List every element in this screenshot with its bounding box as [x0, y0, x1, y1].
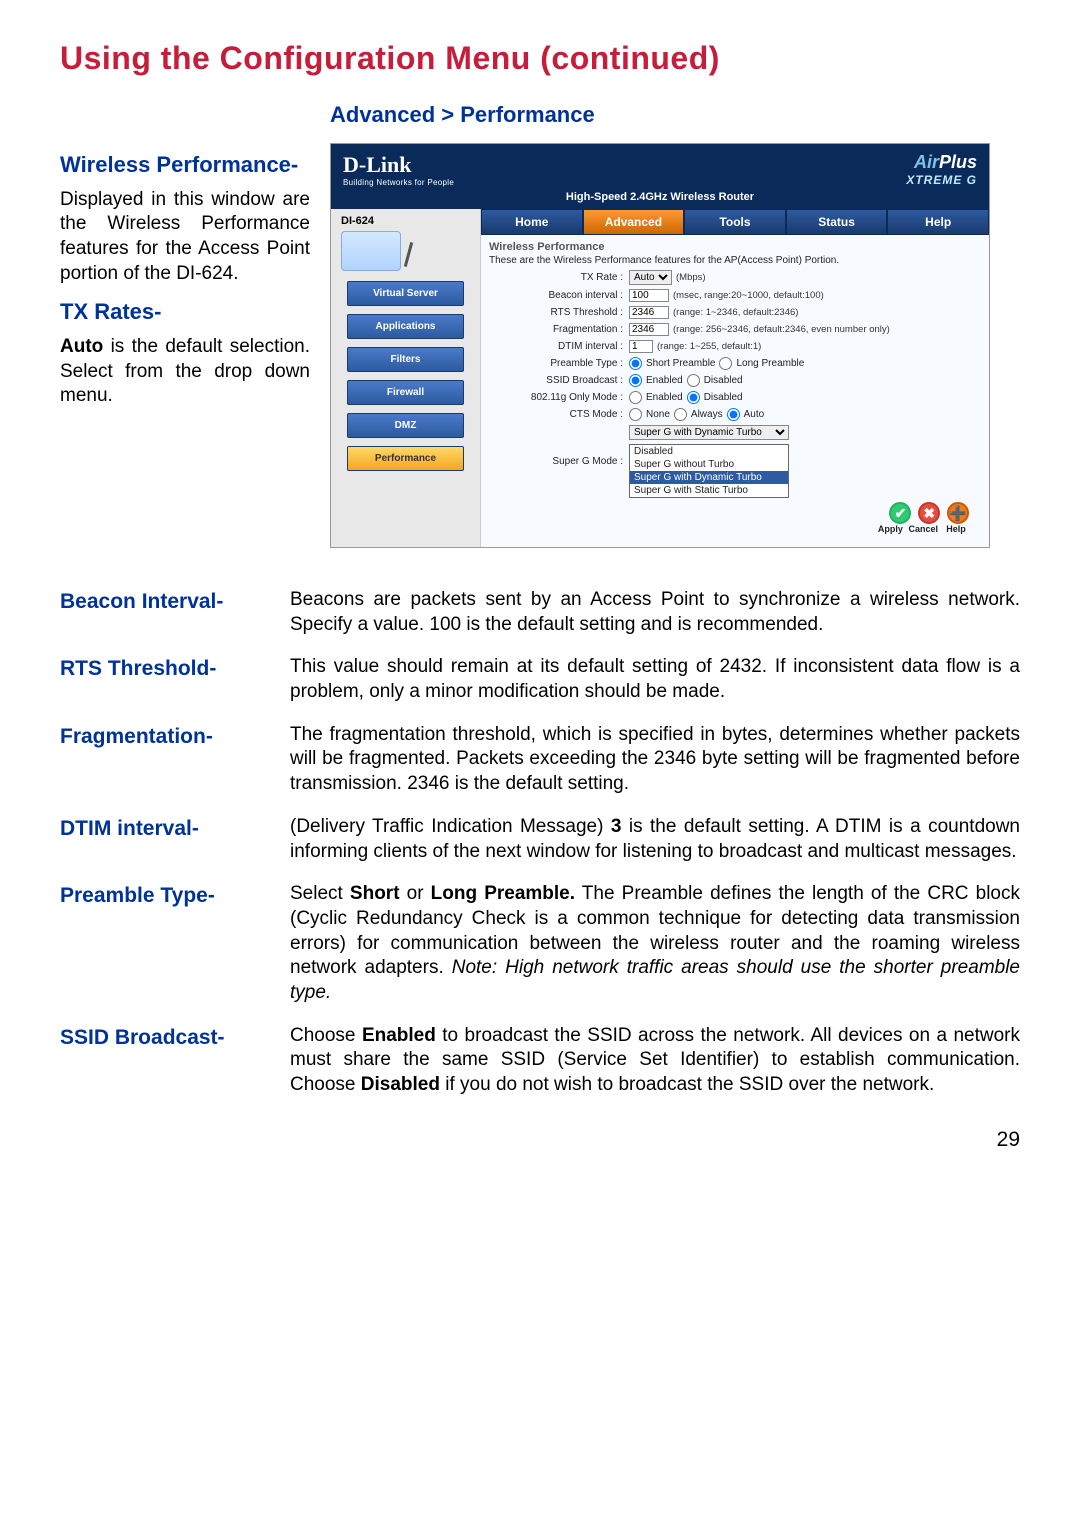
tx-rate-label: TX Rate : [489, 272, 629, 283]
tab-advanced[interactable]: Advanced [583, 209, 685, 235]
superg-select[interactable]: Super G with Dynamic Turbo [629, 425, 789, 440]
sidebar-item-performance[interactable]: Performance [347, 446, 464, 471]
gonly-enabled-radio[interactable] [629, 391, 642, 404]
def-dtim-body: (Delivery Traffic Indication Message) 3 … [290, 815, 1020, 864]
tx-rates-heading: TX Rates- [60, 298, 310, 327]
def-beacon-body: Beacons are packets sent by an Access Po… [290, 588, 1020, 637]
gonly-enabled-label: Enabled [646, 392, 683, 403]
tab-home[interactable]: Home [481, 209, 583, 235]
cts-none-label: None [646, 409, 670, 420]
wireless-performance-text: Displayed in this window are the Wireles… [60, 188, 310, 287]
def-preamble-body: Select Short or Long Preamble. The Pream… [290, 882, 1020, 1005]
superg-opt-static-turbo[interactable]: Super G with Static Turbo [630, 484, 788, 497]
cts-always-label: Always [691, 409, 723, 420]
sidebar-item-filters[interactable]: Filters [347, 347, 464, 372]
def-dtim-term: DTIM interval- [60, 815, 290, 864]
panel-desc: These are the Wireless Performance featu… [489, 255, 981, 266]
help-icon[interactable]: ➕ [947, 502, 969, 524]
tx-rates-auto: Auto [60, 336, 103, 357]
tx-rates-text: Auto is the default selection. Select fr… [60, 335, 310, 409]
rts-label: RTS Threshold : [489, 307, 629, 318]
cts-always-radio[interactable] [674, 408, 687, 421]
gonly-disabled-label: Disabled [704, 392, 743, 403]
def-frag-term: Fragmentation- [60, 723, 290, 797]
beacon-label: Beacon interval : [489, 290, 629, 301]
tab-tools[interactable]: Tools [684, 209, 786, 235]
dtim-hint: (range: 1~255, default:1) [657, 341, 761, 352]
router-admin-screenshot: D-Link Building Networks for People AirP… [330, 143, 990, 548]
sidebar-item-dmz[interactable]: DMZ [347, 413, 464, 438]
ssid-enabled-radio[interactable] [629, 374, 642, 387]
cts-auto-label: Auto [744, 409, 765, 420]
ssid-label: SSID Broadcast : [489, 375, 629, 386]
rts-input[interactable] [629, 306, 669, 319]
def-ssid-term: SSID Broadcast- [60, 1024, 290, 1098]
frag-hint: (range: 256~2346, default:2346, even num… [673, 324, 890, 335]
brand-xtreme: XTREME G [906, 173, 977, 187]
brand-plus: Plus [939, 152, 977, 172]
def-frag-body: The fragmentation threshold, which is sp… [290, 723, 1020, 797]
frag-label: Fragmentation : [489, 324, 629, 335]
cts-label: CTS Mode : [489, 409, 629, 420]
router-sidebar: DI-624 Virtual Server Applications Filte… [331, 209, 481, 547]
def-preamble-term: Preamble Type- [60, 882, 290, 1005]
cancel-icon[interactable]: ✖ [918, 502, 940, 524]
superg-label: Super G Mode : [489, 456, 629, 467]
help-label: Help [941, 524, 971, 534]
gonly-label: 802.11g Only Mode : [489, 392, 629, 403]
superg-opt-dynamic-turbo[interactable]: Super G with Dynamic Turbo [630, 471, 788, 484]
sidebar-item-applications[interactable]: Applications [347, 314, 464, 339]
dtim-input[interactable] [629, 340, 653, 353]
beacon-input[interactable] [629, 289, 669, 302]
left-description: Wireless Performance- Displayed in this … [60, 143, 310, 421]
beacon-hint: (msec, range:20~1000, default:100) [673, 290, 824, 301]
frag-input[interactable] [629, 323, 669, 336]
router-header: D-Link Building Networks for People AirP… [331, 144, 989, 191]
ssid-enabled-label: Enabled [646, 375, 683, 386]
ssid-disabled-label: Disabled [704, 375, 743, 386]
wireless-performance-heading: Wireless Performance- [60, 151, 310, 180]
tx-rate-select[interactable]: Auto [629, 270, 672, 285]
def-rts-body: This value should remain at its default … [290, 655, 1020, 704]
tab-help[interactable]: Help [887, 209, 989, 235]
router-model: DI-624 [341, 215, 470, 227]
preamble-short-label: Short Preamble [646, 358, 715, 369]
def-rts-term: RTS Threshold- [60, 655, 290, 704]
apply-icon[interactable]: ✔ [889, 502, 911, 524]
brand-air: Air [914, 152, 939, 172]
ssid-disabled-radio[interactable] [687, 374, 700, 387]
superg-opt-without-turbo[interactable]: Super G without Turbo [630, 458, 788, 471]
apply-label: Apply [875, 524, 905, 534]
airplus-logo: AirPlus XTREME G [906, 152, 977, 187]
tx-rate-unit: (Mbps) [676, 272, 706, 283]
preamble-label: Preamble Type : [489, 358, 629, 369]
page-title: Using the Configuration Menu (continued) [60, 40, 1020, 77]
action-row: ✔ ✖ ➕ Apply Cancel Help [489, 502, 981, 535]
definitions: Beacon Interval- Beacons are packets sen… [60, 588, 1020, 1098]
router-main: Home Advanced Tools Status Help Wireless… [481, 209, 989, 547]
def-beacon-term: Beacon Interval- [60, 588, 290, 637]
panel-title: Wireless Performance [489, 241, 981, 253]
preamble-long-label: Long Preamble [736, 358, 804, 369]
superg-opt-disabled[interactable]: Disabled [630, 445, 788, 458]
preamble-short-radio[interactable] [629, 357, 642, 370]
gonly-disabled-radio[interactable] [687, 391, 700, 404]
cts-auto-radio[interactable] [727, 408, 740, 421]
dlink-logo: D-Link [343, 152, 411, 177]
dlink-tagline: Building Networks for People [343, 178, 454, 187]
dtim-label: DTIM interval : [489, 341, 629, 352]
tab-status[interactable]: Status [786, 209, 888, 235]
sidebar-item-firewall[interactable]: Firewall [347, 380, 464, 405]
cts-none-radio[interactable] [629, 408, 642, 421]
router-subheader: High-Speed 2.4GHz Wireless Router [331, 191, 989, 209]
superg-dropdown-open[interactable]: Disabled Super G without Turbo Super G w… [629, 444, 789, 498]
rts-hint: (range: 1~2346, default:2346) [673, 307, 798, 318]
preamble-long-radio[interactable] [719, 357, 732, 370]
cancel-label: Cancel [908, 524, 938, 534]
def-ssid-body: Choose Enabled to broadcast the SSID acr… [290, 1024, 1020, 1098]
sidebar-item-virtual-server[interactable]: Virtual Server [347, 281, 464, 306]
breadcrumb: Advanced > Performance [330, 102, 1020, 128]
device-image [341, 231, 401, 271]
page-number: 29 [60, 1128, 1020, 1152]
